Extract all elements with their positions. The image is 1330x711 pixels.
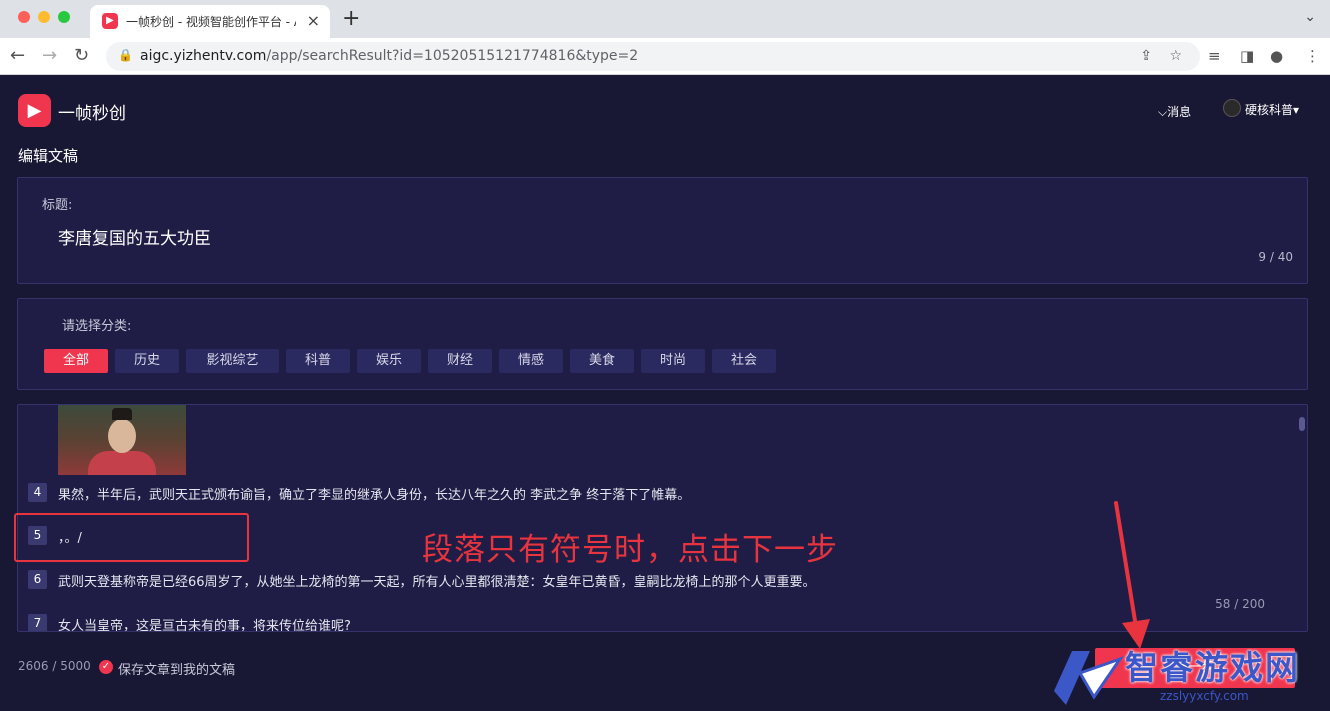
window-maximize-button[interactable] xyxy=(58,11,70,23)
address-bar[interactable]: 🔒 aigc.yizhentv.com/app/searchResult?id=… xyxy=(106,42,1200,71)
category-panel: 请选择分类: 全部 历史 影视综艺 科普 娱乐 财经 情感 美食 时尚 社会 xyxy=(17,298,1308,390)
annotation-text: 段落只有符号时，点击下一步 xyxy=(422,532,838,568)
profile-avatar-icon[interactable]: ● xyxy=(1270,47,1283,65)
tab-search-icon[interactable]: ⌄ xyxy=(1304,9,1316,25)
user-menu[interactable]: 硬核科普▾ xyxy=(1245,101,1299,118)
paragraph-count: 58 / 200 xyxy=(1215,597,1265,611)
page-title: 编辑文稿 xyxy=(18,147,79,165)
watermark-title: 智睿游戏网 xyxy=(1125,648,1300,687)
browser-tab-bar: ▶ 一帧秒创 - 视频智能创作平台 - A × + ⌄ xyxy=(0,0,1330,38)
tab-close-icon[interactable]: × xyxy=(307,11,320,30)
checkbox-checked-icon[interactable]: ✓ xyxy=(99,660,113,674)
title-panel: 标题: 李唐复国的五大功臣 9 / 40 xyxy=(17,177,1308,284)
category-fashion[interactable]: 时尚 xyxy=(641,349,705,373)
paragraph-number: 7 xyxy=(28,614,47,631)
paragraph-number: 4 xyxy=(28,483,47,502)
category-list: 全部 历史 影视综艺 科普 娱乐 财经 情感 美食 时尚 社会 xyxy=(44,349,776,373)
window-close-button[interactable] xyxy=(18,11,30,23)
media-control-icon[interactable]: ≡ xyxy=(1208,47,1221,65)
title-label: 标题: xyxy=(42,198,73,213)
scrollbar-thumb[interactable] xyxy=(1299,417,1305,431)
category-food[interactable]: 美食 xyxy=(570,349,634,373)
reload-icon[interactable]: ↻ xyxy=(74,45,89,66)
paragraph-text[interactable]: 果然，半年后，武则天正式颁布谕旨，确立了李显的继承人身份，长达八年之久的 李武之… xyxy=(58,484,690,503)
title-input[interactable]: 李唐复国的五大功臣 xyxy=(58,224,211,249)
category-emotion[interactable]: 情感 xyxy=(499,349,563,373)
url-text[interactable]: aigc.yizhentv.com/app/searchResult?id=10… xyxy=(140,48,638,64)
category-label: 请选择分类: xyxy=(62,319,132,334)
paragraph-text[interactable]: 女人当皇帝，这是亘古未有的事，将来传位给谁呢? xyxy=(58,615,351,631)
watermark-url: zzslyyxcfy.com xyxy=(1160,689,1249,703)
title-char-count: 9 / 40 xyxy=(1258,250,1293,264)
annotation-arrow-icon xyxy=(1114,501,1150,649)
paragraph-thumbnail[interactable] xyxy=(58,405,186,475)
new-tab-button[interactable]: + xyxy=(342,6,360,31)
category-entertainment[interactable]: 娱乐 xyxy=(357,349,421,373)
browser-toolbar: ← → ↻ 🔒 aigc.yizhentv.com/app/searchResu… xyxy=(0,38,1330,75)
paragraph-text[interactable]: 武则天登基称帝是已经66周岁了，从她坐上龙椅的第一天起，所有人心里都很清楚：女皇… xyxy=(58,571,816,590)
thumbnail-figure-body xyxy=(88,451,156,475)
logo-text[interactable]: 一帧秒创 xyxy=(58,99,126,124)
watermark-logo-icon xyxy=(1054,651,1124,705)
forward-arrow-icon[interactable]: → xyxy=(42,45,57,66)
category-finance[interactable]: 财经 xyxy=(428,349,492,373)
back-arrow-icon[interactable]: ← xyxy=(10,45,25,66)
category-film-variety[interactable]: 影视综艺 xyxy=(186,349,279,373)
side-panel-icon[interactable]: ◨ xyxy=(1240,47,1254,65)
total-char-count: 2606 / 5000 xyxy=(18,659,91,673)
lock-icon: 🔒 xyxy=(118,48,133,62)
browser-menu-icon[interactable]: ⋮ xyxy=(1305,47,1320,65)
favicon-icon: ▶ xyxy=(102,13,118,29)
save-to-drafts-label[interactable]: 保存文章到我的文稿 xyxy=(118,659,235,678)
category-history[interactable]: 历史 xyxy=(115,349,179,373)
category-society[interactable]: 社会 xyxy=(712,349,776,373)
thumbnail-figure-face xyxy=(108,419,136,453)
annotation-highlight-box xyxy=(14,513,249,562)
messages-link[interactable]: ⌵消息 xyxy=(1158,103,1191,120)
bookmark-star-icon[interactable]: ☆ xyxy=(1169,48,1182,64)
category-all[interactable]: 全部 xyxy=(44,349,108,373)
share-icon[interactable]: ⇪ xyxy=(1140,48,1152,64)
logo-icon[interactable]: ▶ xyxy=(18,94,51,127)
category-science[interactable]: 科普 xyxy=(286,349,350,373)
tab-title: 一帧秒创 - 视频智能创作平台 - A xyxy=(126,15,296,29)
window-minimize-button[interactable] xyxy=(38,11,50,23)
thumbnail-figure-hat xyxy=(112,408,132,420)
browser-tab[interactable]: ▶ 一帧秒创 - 视频智能创作平台 - A × xyxy=(90,5,330,38)
user-avatar[interactable] xyxy=(1223,99,1241,117)
paragraph-number: 6 xyxy=(28,570,47,589)
